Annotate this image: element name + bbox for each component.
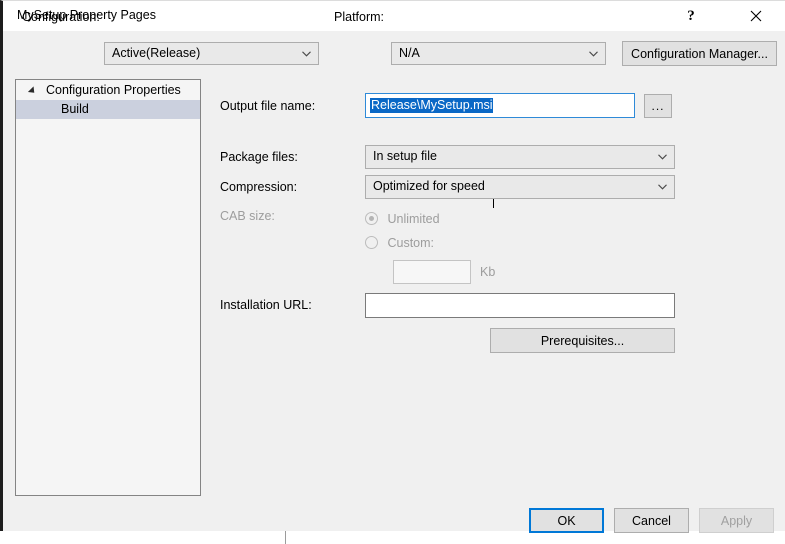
chevron-down-icon: [302, 51, 311, 57]
triangle-expanded-icon[interactable]: [27, 86, 38, 96]
output-file-name-label: Output file name:: [220, 99, 316, 113]
close-icon: [750, 10, 762, 22]
chevron-down-icon: [658, 184, 667, 190]
configuration-combo-value: Active(Release): [112, 46, 201, 60]
cab-size-input: [393, 260, 471, 284]
ok-button[interactable]: OK: [529, 508, 604, 533]
cab-size-custom-label: Custom:: [387, 236, 435, 250]
radio-selected-icon: [365, 212, 378, 225]
configuration-label: Configuration:: [22, 10, 100, 24]
platform-label: Platform:: [334, 10, 385, 24]
apply-button: Apply: [699, 508, 774, 533]
property-pages-dialog: MySetup Property Pages ? Configuration: …: [0, 0, 785, 533]
package-files-combo[interactable]: In setup file: [365, 145, 675, 169]
tree-item-build[interactable]: Build: [16, 100, 200, 119]
output-file-name-input[interactable]: Release\MySetup.msi: [365, 93, 635, 208]
compression-label: Compression:: [220, 180, 298, 194]
prerequisites-button[interactable]: Prerequisites...: [490, 328, 675, 353]
cab-size-unlimited-radio: Unlimited: [365, 212, 440, 226]
installation-url-label: Installation URL:: [220, 298, 312, 312]
configuration-combo[interactable]: Active(Release): [104, 42, 319, 65]
question-mark-icon: ?: [687, 7, 695, 24]
installation-url-input[interactable]: [365, 293, 675, 318]
configuration-manager-button[interactable]: Configuration Manager...: [622, 41, 777, 66]
cab-size-label: CAB size:: [220, 209, 275, 223]
chevron-down-icon: [589, 51, 598, 57]
tree-item-configuration-properties[interactable]: Configuration Properties: [16, 81, 200, 100]
output-file-name-value: Release\MySetup.msi: [370, 98, 493, 113]
cab-size-unlimited-label: Unlimited: [387, 212, 440, 226]
compression-value: Optimized for speed: [373, 179, 485, 193]
platform-combo[interactable]: N/A: [391, 42, 606, 65]
cab-size-custom-radio: Custom:: [365, 236, 434, 250]
browse-button[interactable]: ...: [644, 94, 672, 118]
configuration-tree[interactable]: Configuration Properties Build: [15, 79, 201, 496]
cab-size-unit-label: Kb: [480, 265, 496, 279]
platform-combo-value: N/A: [399, 46, 420, 60]
tree-item-label: Configuration Properties: [46, 83, 181, 97]
close-button[interactable]: [733, 1, 779, 31]
help-button[interactable]: ?: [668, 1, 714, 31]
compression-combo[interactable]: Optimized for speed: [365, 175, 675, 199]
tree-item-label: Build: [61, 102, 89, 116]
package-files-label: Package files:: [220, 150, 298, 164]
title-bar: MySetup Property Pages ?: [3, 1, 785, 31]
cancel-button[interactable]: Cancel: [614, 508, 689, 533]
chevron-down-icon: [658, 154, 667, 160]
radio-unselected-icon: [365, 236, 378, 249]
package-files-value: In setup file: [373, 149, 437, 163]
